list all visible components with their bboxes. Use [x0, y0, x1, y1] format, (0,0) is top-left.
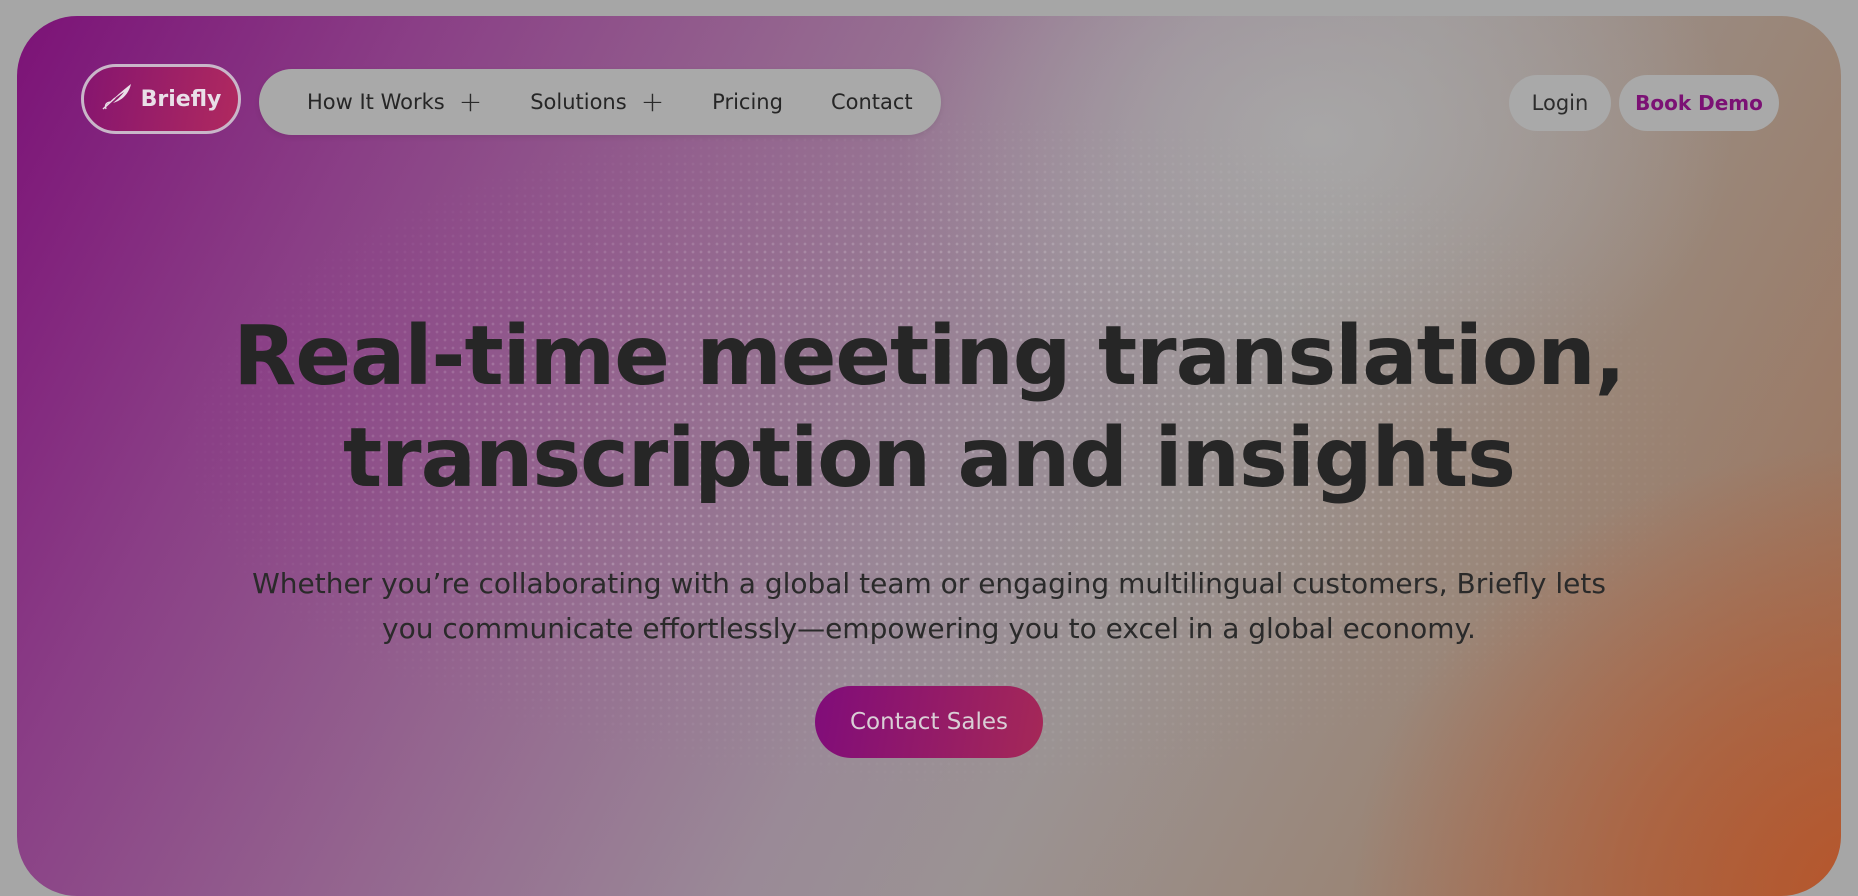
contact-sales-button[interactable]: Contact Sales: [815, 686, 1043, 758]
subtitle-line-2: you communicate effortlessly—empowering …: [382, 612, 1476, 645]
headline-line-1: Real-time meeting translation,: [233, 309, 1626, 404]
nav-item-how-it-works[interactable]: How It Works +: [307, 88, 482, 116]
plus-icon: +: [458, 85, 483, 118]
feather-icon: [101, 81, 135, 117]
nav-item-contact[interactable]: Contact: [831, 90, 913, 114]
nav-item-solutions[interactable]: Solutions +: [530, 88, 664, 116]
subtitle-line-1: Whether you’re collaborating with a glob…: [252, 567, 1606, 600]
main-nav: How It Works + Solutions + Pricing Conta…: [259, 69, 941, 135]
hero-subtitle: Whether you’re collaborating with a glob…: [17, 561, 1841, 651]
nav-item-pricing[interactable]: Pricing: [712, 90, 783, 114]
brand-name: Briefly: [140, 86, 222, 112]
plus-icon: +: [640, 85, 665, 118]
page-title: Real-time meeting translation, transcrip…: [17, 306, 1841, 510]
nav-item-label: Pricing: [712, 90, 783, 114]
nav-item-label: How It Works: [307, 90, 445, 114]
nav-item-label: Contact: [830, 90, 913, 114]
brand-logo[interactable]: Briefly: [81, 64, 241, 134]
headline-line-2: transcription and insights: [342, 411, 1516, 506]
hero-section: Briefly How It Works + Solutions + Prici…: [17, 16, 1841, 896]
book-demo-button[interactable]: Book Demo: [1619, 75, 1779, 131]
login-button[interactable]: Login: [1509, 75, 1611, 131]
nav-item-label: Solutions: [530, 90, 627, 114]
